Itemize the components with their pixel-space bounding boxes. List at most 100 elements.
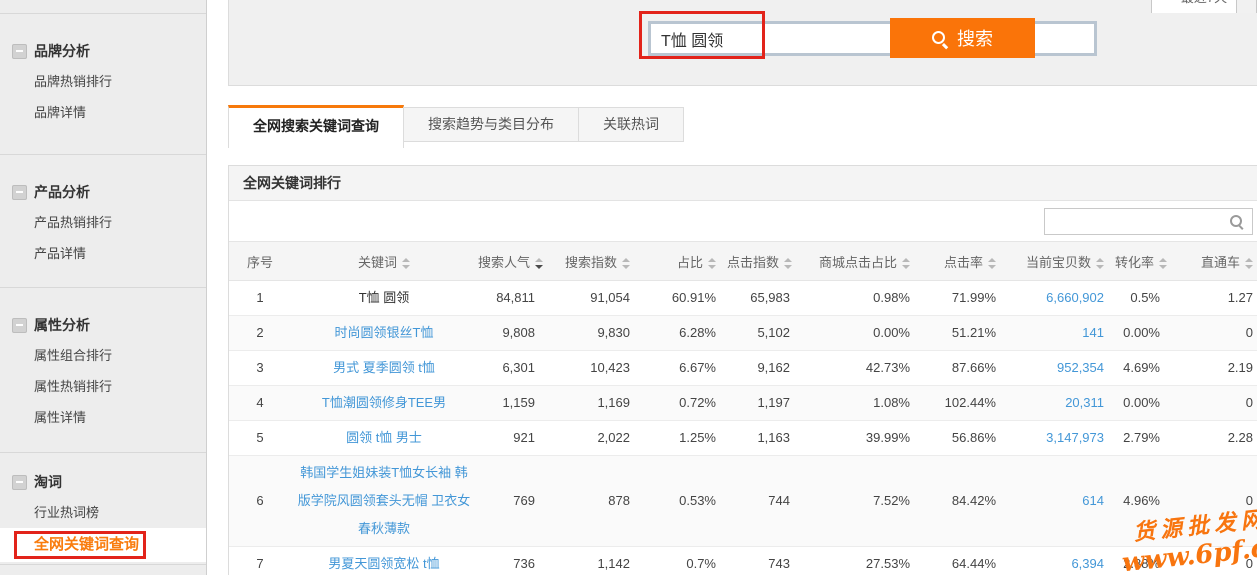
column-header-label: 占比 (677, 255, 703, 270)
collapse-minus-icon[interactable] (12, 475, 27, 490)
sort-arrows-icon[interactable] (708, 258, 716, 269)
sidebar-item[interactable]: 属性组合排行 (0, 340, 206, 371)
keyword-text: T恤 圆领 (359, 290, 410, 305)
table-filter-input[interactable] (1051, 210, 1225, 235)
tab[interactable]: 全网搜索关键词查询 (228, 105, 404, 148)
data-cell: 1,163 (726, 421, 800, 456)
collapse-minus-icon[interactable] (12, 185, 27, 200)
sidebar-item[interactable]: 产品详情 (0, 238, 206, 269)
filter-search-icon[interactable] (1229, 214, 1244, 229)
tab[interactable]: 搜索趋势与类目分布 (403, 107, 579, 142)
data-cell: 736 (477, 547, 545, 575)
sidebar-section-header[interactable]: 产品分析 (0, 177, 206, 207)
item-count-link[interactable]: 6,660,902 (1046, 290, 1104, 305)
sort-arrows-icon[interactable] (402, 258, 410, 269)
column-header[interactable]: 转化率 (1114, 242, 1170, 281)
data-cell: 42.73% (800, 351, 920, 386)
sidebar-section-header[interactable]: 属性分析 (0, 310, 206, 340)
data-cell: 84.42% (920, 456, 1006, 547)
sort-arrows-icon[interactable] (1245, 258, 1253, 269)
sidebar-section-header[interactable]: 品牌分析 (0, 36, 206, 66)
sort-arrows-icon[interactable] (535, 258, 543, 269)
row-index: 3 (229, 351, 291, 386)
column-header[interactable]: 点击指数 (726, 242, 800, 281)
sidebar-section-title: 淘词 (34, 474, 62, 490)
item-count-link[interactable]: 20,311 (1065, 395, 1104, 410)
sidebar-section-header[interactable]: 淘词 (0, 467, 206, 497)
sort-arrows-icon[interactable] (622, 258, 630, 269)
item-count-link[interactable]: 952,354 (1057, 360, 1104, 375)
keyword-link[interactable]: 时尚圆领银丝T恤 (335, 325, 434, 340)
table-filter-box (1044, 208, 1253, 235)
sidebar-item[interactable]: 属性详情 (0, 402, 206, 433)
sidebar-item-label: 属性热销排行 (34, 379, 112, 394)
chevron-down-icon[interactable]: ▾ (1236, 0, 1256, 13)
table-body: 1T恤 圆领84,81191,05460.91%65,9830.98%71.99… (229, 281, 1257, 575)
sidebar-item[interactable]: 行业热词榜 (0, 497, 206, 528)
keyword-link[interactable]: 男式 夏季圆领 t恤 (333, 360, 435, 375)
column-header[interactable]: 点击率 (920, 242, 1006, 281)
sidebar-section: 淘词行业热词榜全网关键词查询 (0, 452, 206, 565)
sidebar-item[interactable]: 全网关键词查询 (0, 528, 206, 562)
keyword-table: 序号关键词搜索人气搜索指数占比点击指数商城点击占比点击率当前宝贝数转化率直通车 … (229, 241, 1257, 575)
table-header-row: 序号关键词搜索人气搜索指数占比点击指数商城点击占比点击率当前宝贝数转化率直通车 (229, 242, 1257, 281)
sidebar-item[interactable]: 属性热销排行 (0, 371, 206, 402)
column-header[interactable]: 搜索指数 (545, 242, 640, 281)
column-header[interactable]: 占比 (640, 242, 726, 281)
column-header[interactable]: 当前宝贝数 (1006, 242, 1114, 281)
sort-arrows-icon[interactable] (784, 258, 792, 269)
search-button-label: 搜索 (957, 29, 993, 49)
data-cell: 84,811 (477, 281, 545, 316)
data-cell: 2,022 (545, 421, 640, 456)
collapse-minus-icon[interactable] (12, 318, 27, 333)
sidebar-item-label: 全网关键词查询 (34, 536, 139, 553)
column-header[interactable]: 关键词 (291, 242, 477, 281)
keyword-link[interactable]: 韩国学生姐妹装T恤女长袖 韩版学院风圆领套头无帽 卫衣女春秋薄款 (298, 465, 471, 536)
item-count-link[interactable]: 141 (1082, 325, 1104, 340)
data-cell: 64.44% (920, 547, 1006, 575)
data-cell: 91,054 (545, 281, 640, 316)
row-index: 2 (229, 316, 291, 351)
item-count-link[interactable]: 614 (1082, 493, 1104, 508)
data-cell: 1.25% (640, 421, 726, 456)
data-cell: 3,147,973 (1006, 421, 1114, 456)
data-cell: 27.53% (800, 547, 920, 575)
keyword-link[interactable]: 圆领 t恤 男士 (346, 430, 422, 445)
period-dropdown[interactable]: 最近7天 ▾ (1151, 0, 1257, 13)
sidebar-item-label: 属性组合排行 (34, 348, 112, 363)
keyword-cell: 男夏天圆领宽松 t恤 (291, 547, 477, 575)
sidebar-item-label: 属性详情 (34, 410, 86, 425)
data-cell: 0 (1170, 316, 1257, 351)
sidebar-section: 属性分析属性组合排行属性热销排行属性详情 (0, 287, 206, 453)
item-count-link[interactable]: 6,394 (1071, 556, 1104, 571)
item-count-link[interactable]: 3,147,973 (1046, 430, 1104, 445)
data-cell: 2.88% (1114, 547, 1170, 575)
data-cell: 10,423 (545, 351, 640, 386)
data-cell: 0.00% (1114, 316, 1170, 351)
column-header[interactable]: 直通车 (1170, 242, 1257, 281)
sidebar-item[interactable]: 品牌热销排行 (0, 66, 206, 97)
data-cell: 743 (726, 547, 800, 575)
collapse-minus-icon[interactable] (12, 44, 27, 59)
table-row: 7男夏天圆领宽松 t恤7361,1420.7%74327.53%64.44%6,… (229, 547, 1257, 575)
data-cell: 952,354 (1006, 351, 1114, 386)
keyword-ranking-panel: 全网关键词排行 序号关键词搜索人气搜索指数占比点击指数商城点击占比点击率当前宝贝… (228, 165, 1257, 575)
column-header[interactable]: 商城点击占比 (800, 242, 920, 281)
keyword-link[interactable]: 男夏天圆领宽松 t恤 (328, 556, 439, 571)
keyword-link[interactable]: T恤潮圆领修身TEE男 (322, 395, 446, 410)
sidebar-item[interactable]: 产品热销排行 (0, 207, 206, 238)
search-button[interactable]: 搜索 (890, 18, 1035, 58)
column-header-label: 关键词 (358, 255, 397, 270)
keyword-cell: 男式 夏季圆领 t恤 (291, 351, 477, 386)
data-cell: 39.99% (800, 421, 920, 456)
sidebar-item[interactable]: 品牌详情 (0, 97, 206, 128)
keyword-cell: 时尚圆领银丝T恤 (291, 316, 477, 351)
data-cell: 0.72% (640, 386, 726, 421)
table-wrap: 序号关键词搜索人气搜索指数占比点击指数商城点击占比点击率当前宝贝数转化率直通车 … (229, 241, 1257, 575)
sort-arrows-icon[interactable] (988, 258, 996, 269)
column-header[interactable]: 搜索人气 (477, 242, 545, 281)
sort-arrows-icon[interactable] (1159, 258, 1167, 269)
sort-arrows-icon[interactable] (1096, 258, 1104, 269)
tab[interactable]: 关联热词 (578, 107, 684, 142)
sort-arrows-icon[interactable] (902, 258, 910, 269)
